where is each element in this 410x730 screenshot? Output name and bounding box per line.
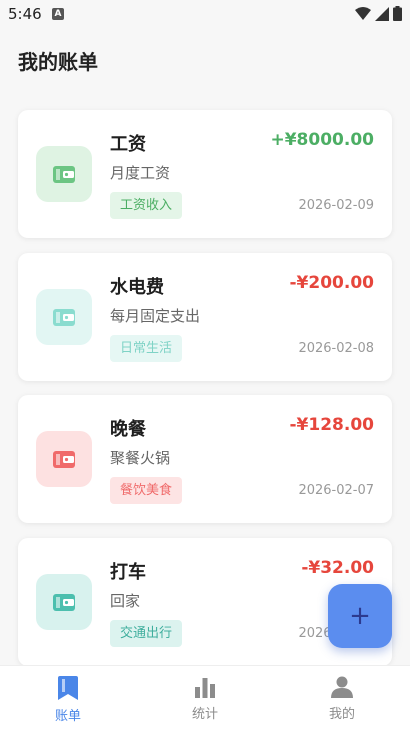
bottom-nav: 账单 统计 我的	[0, 665, 410, 730]
wallet-icon	[36, 431, 92, 487]
bill-description: 每月固定支出	[110, 307, 201, 325]
bill-description: 聚餐火锅	[110, 449, 171, 467]
bill-title: 工资	[110, 134, 146, 155]
add-bill-button[interactable]: +	[328, 584, 392, 648]
plus-icon: +	[349, 601, 371, 631]
bill-date: 2026-02-08	[298, 341, 374, 356]
bill-date: 2026-02-09	[298, 198, 374, 213]
bill-amount: +¥8000.00	[270, 130, 374, 150]
bill-card[interactable]: 水电费 每月固定支出 日常生活 -¥200.00 2026-02-08	[18, 253, 392, 381]
bill-title: 打车	[110, 562, 146, 583]
person-icon	[331, 676, 353, 698]
wallet-icon	[36, 289, 92, 345]
bill-list[interactable]: 工资 月度工资 工资收入 +¥8000.00 2026-02-09 水电费 每月…	[0, 0, 410, 665]
bill-title: 水电费	[110, 277, 164, 298]
bookmark-icon	[58, 676, 78, 700]
bill-title: 晚餐	[110, 419, 146, 440]
nav-item-stats[interactable]: 统计	[165, 676, 245, 722]
bill-date: 2026-02-07	[298, 483, 374, 498]
bill-category-tag: 工资收入	[110, 192, 183, 219]
bill-amount: -¥128.00	[289, 415, 375, 435]
bill-description: 回家	[110, 592, 141, 610]
wallet-icon	[36, 574, 92, 630]
bill-description: 月度工资	[110, 164, 171, 182]
bar-chart-icon	[195, 678, 215, 698]
nav-label-bills: 账单	[54, 709, 81, 724]
nav-item-profile[interactable]: 我的	[302, 676, 382, 722]
bill-card[interactable]: 晚餐 聚餐火锅 餐饮美食 -¥128.00 2026-02-07	[18, 395, 392, 523]
bill-category-tag: 日常生活	[110, 335, 183, 362]
bill-amount: -¥200.00	[289, 273, 375, 293]
bill-card[interactable]: 工资 月度工资 工资收入 +¥8000.00 2026-02-09	[18, 110, 392, 238]
wallet-icon	[36, 146, 92, 202]
nav-label-profile: 我的	[328, 707, 355, 722]
bill-amount: -¥32.00	[301, 558, 374, 578]
nav-item-bills[interactable]: 账单	[28, 676, 108, 724]
nav-label-stats: 统计	[191, 707, 218, 722]
bill-category-tag: 交通出行	[110, 620, 183, 647]
bill-category-tag: 餐饮美食	[110, 477, 183, 504]
